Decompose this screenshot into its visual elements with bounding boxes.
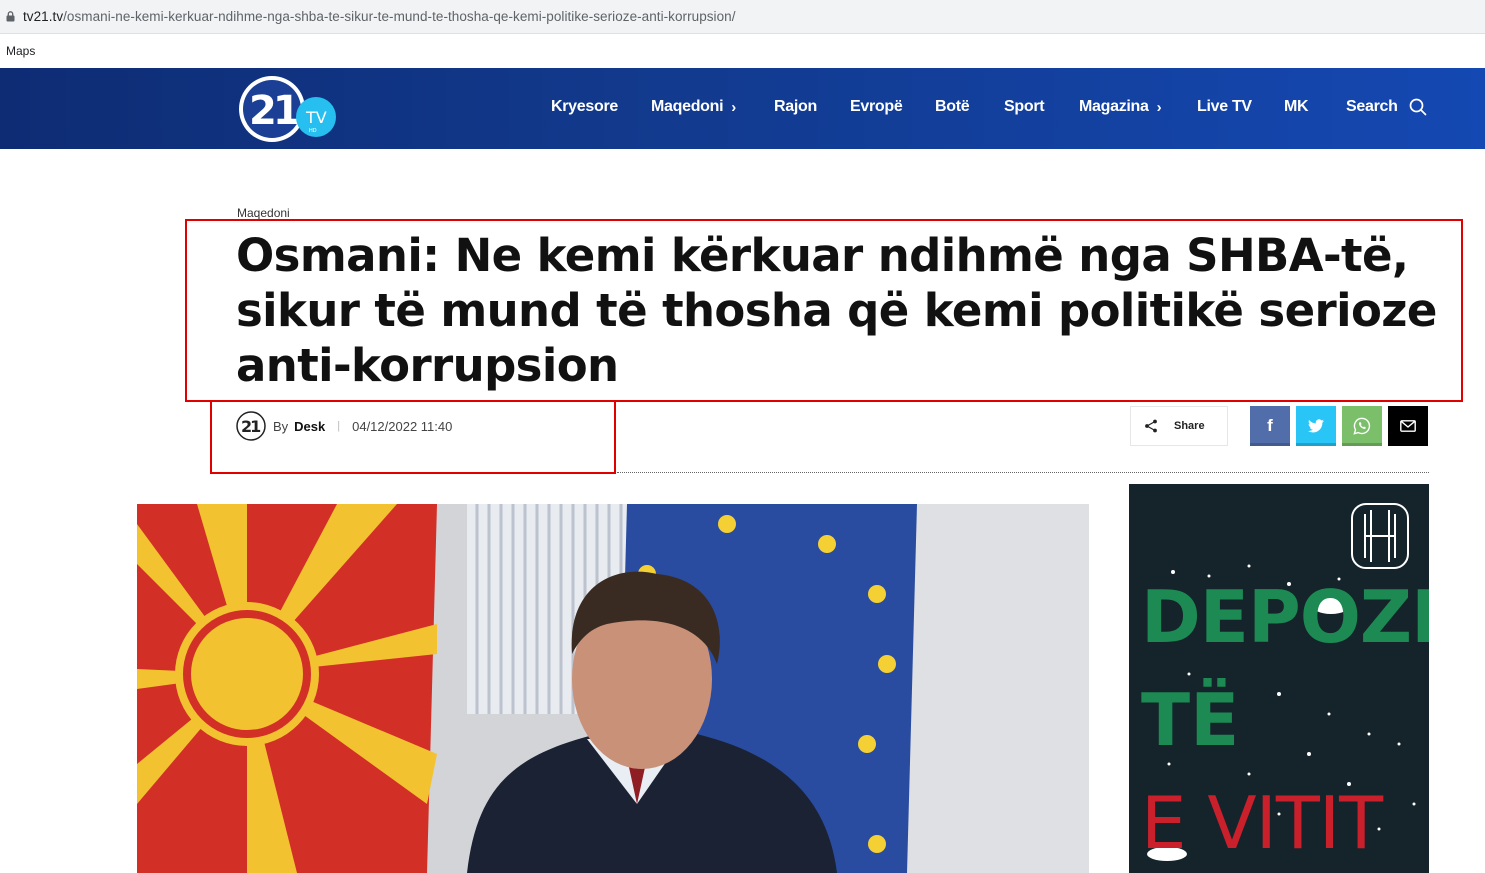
site-header: 21 TV HD Kryesore Maqedoni › Rajon Evropë… — [0, 68, 1485, 149]
nav-item-maqedoni[interactable]: Maqedoni › — [651, 98, 736, 116]
chevron-right-icon: › — [1156, 98, 1162, 116]
bookmark-maps[interactable]: Maps — [6, 44, 35, 58]
article-category[interactable]: Maqedoni — [237, 206, 290, 220]
share-icon — [1145, 419, 1157, 433]
ad-headline-line-2: TË — [1141, 678, 1240, 762]
advertisement-banner[interactable]: DEPOZI TË E VITIT — [1129, 484, 1429, 873]
nav-item-magazina[interactable]: Magazina › — [1079, 98, 1162, 116]
title-highlight-box — [185, 219, 1463, 402]
url-text: tv21.tv/osmani-ne-kemi-kerkuar-ndihme-ng… — [23, 9, 736, 24]
nav-item-bote[interactable]: Botë — [935, 98, 970, 116]
ad-headline-line-3: E VITIT — [1141, 781, 1383, 865]
nav-item-mk[interactable]: MK — [1284, 98, 1309, 116]
email-share-button[interactable] — [1388, 406, 1428, 446]
chevron-right-icon: › — [731, 98, 736, 116]
photo-illustration — [137, 504, 1089, 873]
svg-text:TV: TV — [305, 108, 327, 127]
envelope-icon — [1400, 420, 1416, 432]
share-label: Share — [1174, 420, 1205, 432]
nav-item-sport[interactable]: Sport — [1004, 98, 1045, 116]
bookmarks-bar: Maps — [0, 34, 1485, 68]
search-icon — [1409, 98, 1426, 116]
facebook-icon: f — [1267, 416, 1273, 435]
svg-text:HD: HD — [309, 128, 317, 134]
share-button[interactable]: Share — [1130, 406, 1228, 446]
whatsapp-share-button[interactable] — [1342, 406, 1382, 446]
lock-icon — [6, 11, 15, 22]
meta-divider — [617, 472, 1429, 473]
tv21-logo-icon: 21 TV HD — [239, 76, 336, 142]
meta-highlight-box — [210, 400, 616, 474]
facebook-share-button[interactable]: f — [1250, 406, 1290, 446]
nav-item-evrope[interactable]: Evropë — [850, 98, 903, 116]
nav-item-live-tv[interactable]: Live TV — [1197, 98, 1252, 116]
site-logo[interactable]: 21 TV HD — [236, 72, 340, 146]
ad-headline-line-1: DEPOZI — [1141, 575, 1429, 659]
search-button[interactable]: Search — [1346, 98, 1427, 116]
article-featured-image[interactable] — [137, 504, 1089, 873]
nav-item-kryesore[interactable]: Kryesore — [551, 98, 618, 116]
svg-text:21: 21 — [249, 88, 299, 134]
whatsapp-icon — [1353, 417, 1371, 435]
browser-address-bar[interactable]: tv21.tv/osmani-ne-kemi-kerkuar-ndihme-ng… — [0, 0, 1485, 34]
nav-item-rajon[interactable]: Rajon — [774, 98, 817, 116]
twitter-share-button[interactable] — [1296, 406, 1336, 446]
twitter-icon — [1308, 419, 1324, 433]
